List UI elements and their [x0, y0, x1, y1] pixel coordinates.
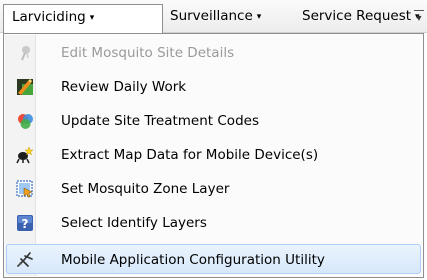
extract-map-icon: [16, 146, 34, 164]
menu-item-update-site-treatment-codes[interactable]: Update Site Treatment Codes: [6, 106, 421, 136]
menu-item-label: Update Site Treatment Codes: [61, 113, 259, 129]
chevron-down-icon: ▾: [256, 12, 262, 22]
svg-text:?: ?: [22, 217, 29, 231]
menu-larviciding-label: Larviciding: [12, 9, 86, 25]
menu-item-set-mosquito-zone-layer[interactable]: Set Mosquito Zone Layer: [6, 174, 421, 204]
menu-bar: Larviciding ▾ Surveillance ▾ Service Reque…: [0, 0, 427, 34]
menu-item-edit-mosquito-site-details: Edit Mosquito Site Details: [6, 38, 421, 68]
menu-item-label: Extract Map Data for Mobile Device(s): [61, 147, 319, 163]
menu-item-label: Select Identify Layers: [61, 215, 207, 231]
menu-item-review-daily-work[interactable]: Review Daily Work: [6, 72, 421, 102]
overflow-grip-line: [414, 10, 424, 11]
zone-layer-icon: [16, 180, 33, 198]
config-utility-icon: [17, 252, 33, 267]
menu-service-request-label: Service Request: [302, 8, 412, 24]
menu-surveillance-label: Surveillance: [170, 8, 253, 24]
menu-item-label: Mobile Application Configuration Utility: [61, 252, 325, 268]
identify-layers-icon: ?: [17, 215, 33, 231]
chevron-down-icon: ▾: [89, 13, 95, 23]
menu-item-label: Set Mosquito Zone Layer: [61, 181, 230, 197]
review-work-icon: [17, 79, 33, 95]
menu-item-extract-map-data[interactable]: Extract Map Data for Mobile Device(s): [6, 140, 421, 170]
menu-item-select-identify-layers[interactable]: ? Select Identify Layers: [6, 208, 421, 238]
menu-surveillance[interactable]: Surveillance ▾: [170, 4, 261, 28]
menu-item-mobile-application-configuration-utility[interactable]: Mobile Application Configuration Utility: [6, 244, 421, 274]
larviciding-dropdown-menu: Edit Mosquito Site Details Review Daily …: [3, 33, 424, 278]
menu-service-request[interactable]: Service Request ▾: [302, 4, 420, 28]
overflow-arrow: ▾: [416, 13, 422, 24]
menu-larviciding[interactable]: Larviciding ▾: [3, 4, 163, 34]
menu-item-label: Edit Mosquito Site Details: [61, 45, 235, 61]
treatment-codes-icon: [18, 114, 33, 129]
menu-item-label: Review Daily Work: [61, 79, 187, 95]
overflow-chevron-icon[interactable]: ▾: [414, 8, 424, 28]
mosquito-disabled-icon: [21, 46, 30, 61]
